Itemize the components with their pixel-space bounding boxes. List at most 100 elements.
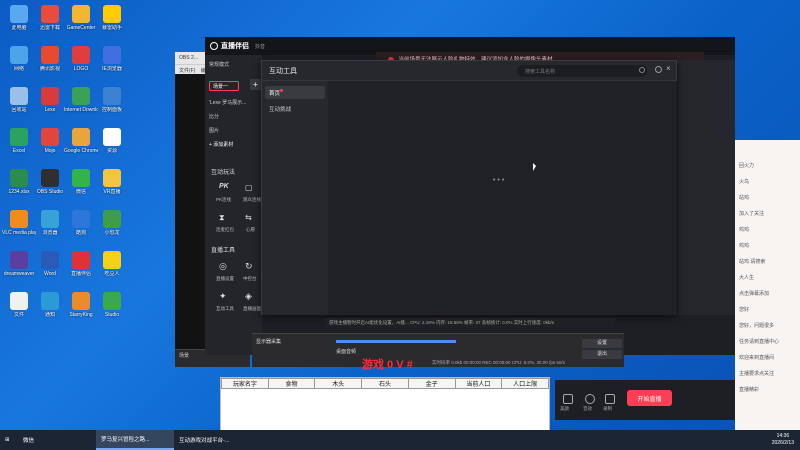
desktop-icon[interactable]: dreamweaver bbox=[2, 248, 36, 288]
taskbar-task[interactable]: 互动游戏对战平台-... bbox=[174, 430, 252, 450]
app-icon bbox=[41, 210, 59, 228]
desktop-icon[interactable]: 微信 bbox=[64, 166, 98, 206]
add-source-button[interactable]: + 添加素材 bbox=[209, 141, 233, 148]
app-icon bbox=[10, 128, 28, 146]
desktop-icon[interactable]: 暴雷助手 bbox=[95, 2, 129, 42]
source-item-3[interactable]: 图片 bbox=[209, 127, 219, 134]
start-live-button[interactable]: 开始直播 bbox=[627, 390, 672, 406]
desktop-icon-label: 小恐龙 bbox=[104, 230, 120, 236]
desktop-icon[interactable]: StarryKing bbox=[64, 289, 98, 329]
desktop-icon[interactable]: 此电脑 bbox=[2, 2, 36, 42]
chat-message: 主播要求点关注 bbox=[739, 371, 775, 377]
interactive-tools-icon[interactable]: ✦ bbox=[219, 291, 233, 305]
desktop-icon[interactable]: Word bbox=[33, 248, 67, 288]
desktop-icon[interactable]: 直播伴侣 bbox=[64, 248, 98, 288]
chat-message: 鸡鸡 bbox=[739, 243, 750, 249]
desktop-icon[interactable]: 资源 bbox=[95, 125, 129, 165]
live-settings-icon[interactable]: ◎ bbox=[219, 261, 233, 275]
desktop-icon-label: 此电脑 bbox=[11, 25, 27, 31]
nav-challenge[interactable]: 互动挑战 bbox=[265, 102, 325, 115]
desktop-icon[interactable]: IE浏览器 bbox=[95, 43, 129, 83]
desktop-icon-label: Mojo bbox=[44, 148, 56, 154]
chat-message: 回火力 bbox=[739, 163, 755, 169]
desktop-icon[interactable]: Google Chrome bbox=[64, 125, 98, 165]
desktop-icon[interactable]: OBS Studio bbox=[33, 166, 67, 206]
desktop-icon[interactable]: 浏览器 bbox=[33, 207, 67, 247]
settings-button[interactable]: 设置 bbox=[582, 339, 622, 348]
desktop-icon[interactable]: GameCenter bbox=[64, 2, 98, 42]
close-icon[interactable]: × bbox=[666, 64, 671, 73]
taskbar-task[interactable]: 罗马复兴冒险之路... bbox=[96, 430, 174, 450]
tool-label-red-packet: 连麦红包 bbox=[216, 227, 234, 232]
beauty-label: 美颜 bbox=[560, 406, 569, 411]
app-icon bbox=[103, 128, 121, 146]
desktop-icon-label: 1234.xlsx bbox=[8, 189, 30, 195]
tool-search-input[interactable]: 搜索工具名称 bbox=[517, 65, 647, 77]
desktop-icon[interactable]: VLC media player bbox=[2, 207, 36, 247]
chat-panel: 回火力 火鸟 站鸡 加入了关注 鸡鸡 鸡鸡 站鸡 请搜索 大人生 点击弹幕添加 您好 您好，问题很多… bbox=[735, 140, 800, 430]
table-header-cell: 当前人口 bbox=[454, 378, 503, 389]
app-icon bbox=[10, 169, 28, 187]
cursor-icon bbox=[533, 163, 536, 171]
desktop-icon[interactable]: Mojo bbox=[33, 125, 67, 165]
nav-home[interactable]: 首页 bbox=[265, 86, 325, 99]
beauty-icon[interactable] bbox=[563, 394, 573, 404]
app-logo-icon bbox=[210, 42, 218, 50]
desktop-icon[interactable]: Internet Download bbox=[64, 84, 98, 124]
desktop-icon-label: 吃豆人 bbox=[104, 271, 120, 277]
add-scene-button[interactable]: + bbox=[250, 79, 261, 90]
taskbar-clock[interactable]: 14:36 2026/2/13 bbox=[772, 433, 794, 447]
record-label: 录制 bbox=[603, 406, 612, 411]
scene-tab[interactable]: 场景一 bbox=[209, 81, 239, 91]
control-center-icon[interactable]: ↻ bbox=[245, 261, 259, 275]
pk-icon[interactable]: PK bbox=[219, 183, 233, 197]
taskbar-tasks: ⊞ 微信 罗马复兴冒险之路... 互动游戏对战平台-... bbox=[0, 430, 252, 450]
chat-message: 点击弹幕添加 bbox=[739, 291, 770, 297]
desktop-icon[interactable]: Studio bbox=[95, 289, 129, 329]
desktop-icon-label: Excel bbox=[12, 148, 26, 154]
app-icon bbox=[41, 251, 59, 269]
overlay-text: 游戏 0 V # bbox=[362, 359, 413, 371]
desktop-icon[interactable]: 吃豆人 bbox=[95, 248, 129, 288]
volume-slider[interactable] bbox=[336, 340, 456, 343]
desktop-icon-label: 迅雷下载 bbox=[39, 25, 60, 31]
red-packet-icon[interactable]: ⧗ bbox=[219, 213, 233, 227]
desktop-icon[interactable]: 通知 bbox=[33, 289, 67, 329]
mode-selector[interactable]: 常规模式 bbox=[209, 61, 229, 68]
audience-link-icon[interactable]: ▢ bbox=[245, 183, 259, 197]
taskbar-task[interactable]: ⊞ bbox=[0, 430, 18, 450]
chat-message: 您好，问题很多 bbox=[739, 323, 775, 329]
desktop-icon[interactable]: 酷狗 bbox=[64, 207, 98, 247]
desktop-icon[interactable]: 1234.xlsx bbox=[2, 166, 36, 206]
desktop-icon-label: 资源 bbox=[106, 148, 117, 154]
desktop-icon[interactable]: 回收站 bbox=[2, 84, 36, 124]
live-screen-icon[interactable]: ◈ bbox=[245, 291, 259, 305]
app-icon bbox=[10, 5, 28, 23]
desktop-icon[interactable]: 腾讯影视 bbox=[33, 43, 67, 83]
nav-home-label: 首页 bbox=[269, 91, 281, 97]
desktop-icon[interactable]: 小恐龙 bbox=[95, 207, 129, 247]
source-item-1[interactable]: 'Lexe 罗马展示... bbox=[209, 99, 246, 106]
section-tools-title: 直播工具 bbox=[211, 248, 236, 254]
app-icon bbox=[41, 128, 59, 146]
clock-date: 2026/2/13 bbox=[771, 440, 794, 446]
record-icon[interactable] bbox=[605, 394, 615, 404]
dialog-title: 互动工具 bbox=[269, 67, 297, 75]
desktop-icon[interactable]: Excel bbox=[2, 125, 36, 165]
search-icon[interactable] bbox=[639, 67, 645, 73]
source-item-2[interactable]: 比分 bbox=[209, 113, 219, 120]
sound-icon[interactable] bbox=[585, 394, 595, 404]
desktop-icon[interactable]: 文件 bbox=[2, 289, 36, 329]
desktop-icon[interactable]: 控制面板 bbox=[95, 84, 129, 124]
wish-icon[interactable]: ⇆ bbox=[245, 213, 259, 227]
desktop-icon[interactable]: VR直播 bbox=[95, 166, 129, 206]
settings-icon[interactable] bbox=[655, 66, 662, 73]
taskbar-task[interactable]: 微信 bbox=[18, 430, 96, 450]
desktop-icon[interactable]: Lexe bbox=[33, 84, 67, 124]
desktop-icon-label: LOGO bbox=[73, 66, 89, 72]
desktop-icon[interactable]: 网络 bbox=[2, 43, 36, 83]
exit-button[interactable]: 退出 bbox=[582, 350, 622, 359]
app-icon bbox=[72, 128, 90, 146]
desktop-icon[interactable]: 迅雷下载 bbox=[33, 2, 67, 42]
desktop-icon[interactable]: LOGO bbox=[64, 43, 98, 83]
